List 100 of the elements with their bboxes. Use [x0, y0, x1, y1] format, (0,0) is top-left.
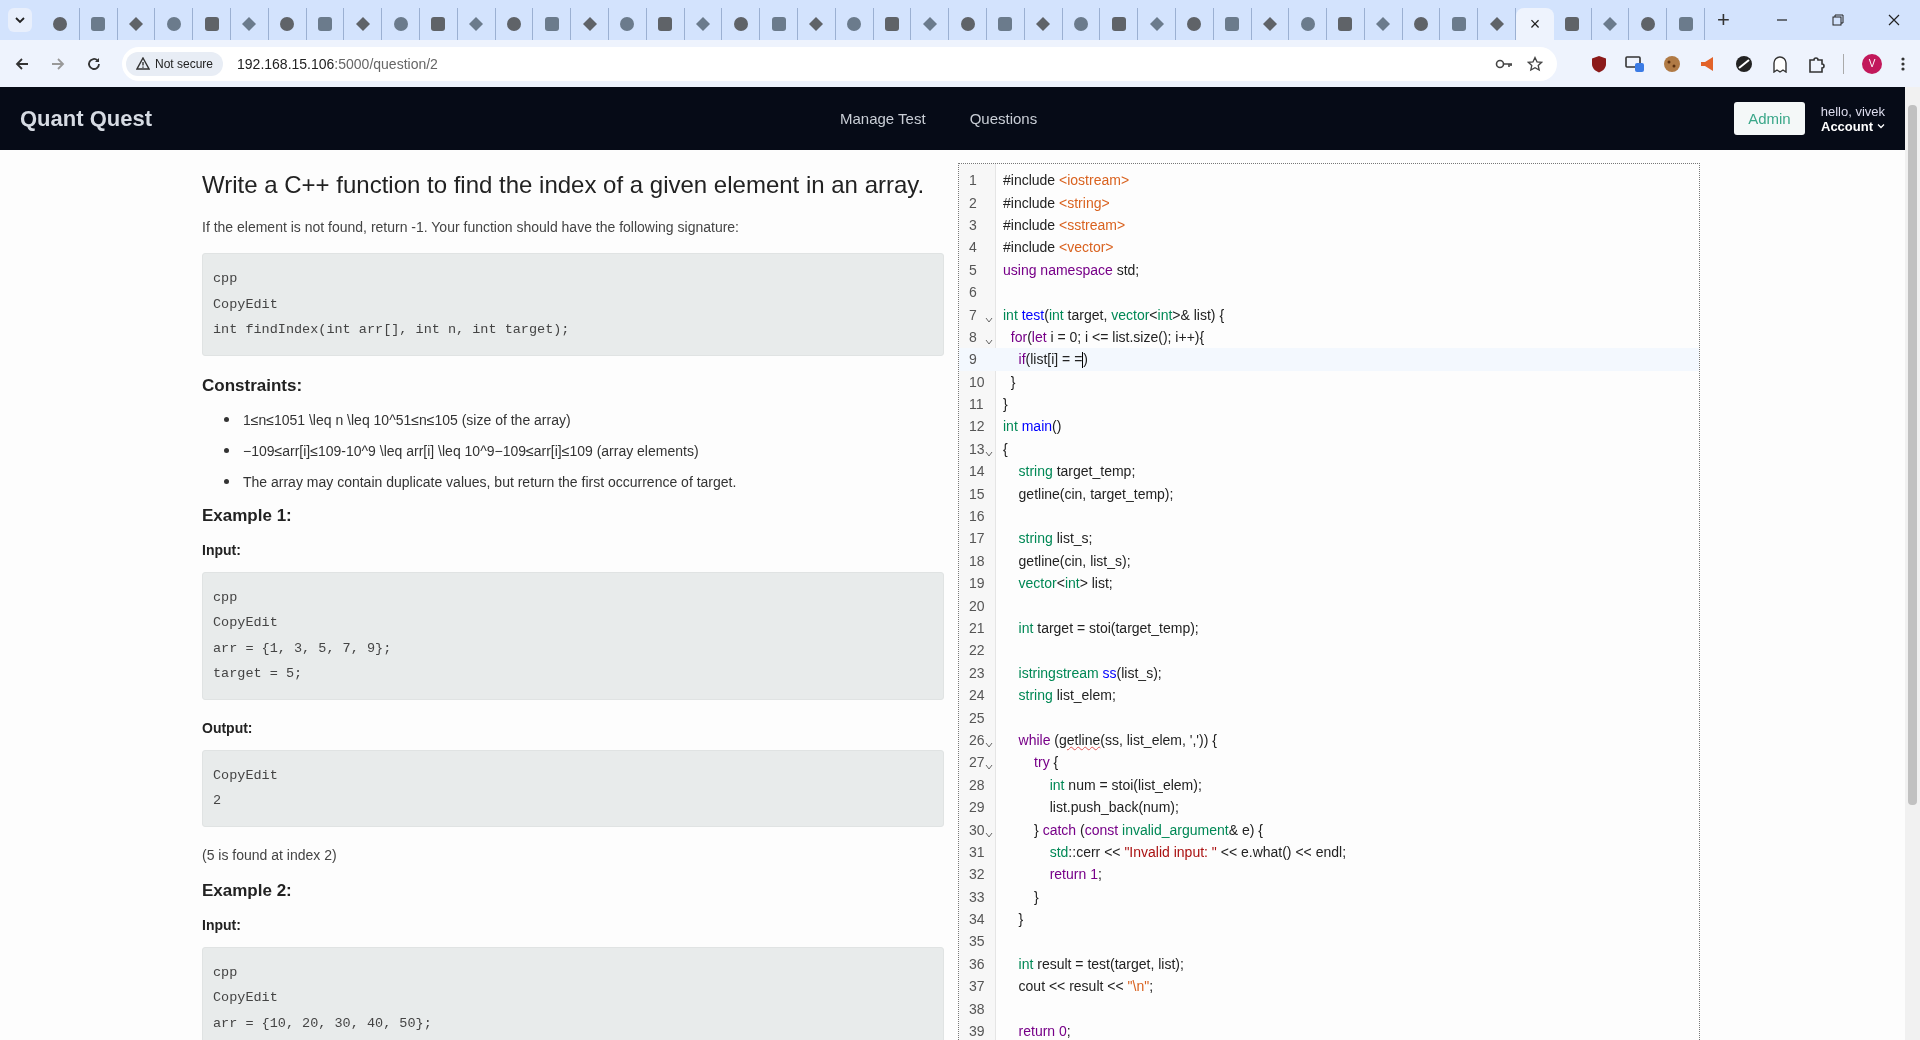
- list-item: −109≤arr[i]≤109-10^9 \leq arr[i] \leq 10^9−109≤arr[i]≤109 (array elements): [243, 442, 699, 459]
- line-number: 32: [969, 866, 985, 883]
- favicon-icon: [316, 16, 333, 32]
- field-label: Input:: [202, 541, 242, 558]
- back-icon[interactable]: [14, 55, 30, 72]
- puzzle-icon[interactable]: [1807, 54, 1825, 73]
- fold-icon[interactable]: [985, 338, 993, 345]
- section-heading: Example 2:: [202, 880, 293, 901]
- brand-logo[interactable]: Quant Quest: [20, 105, 840, 132]
- favicon-icon: [505, 16, 522, 32]
- fold-icon[interactable]: [985, 764, 993, 771]
- field-label: Output:: [202, 719, 254, 736]
- code-line: return 1;: [1048, 866, 1102, 883]
- account-dropdown[interactable]: Account: [1821, 118, 1885, 134]
- code-block: cpp CopyEdit int findIndex(int arr[], int n, int target);: [202, 253, 944, 356]
- favicon-icon: [241, 16, 258, 32]
- nav-link[interactable]: Manage Test: [840, 110, 926, 127]
- code-line: int main(): [1002, 418, 1062, 435]
- favicon-icon: [203, 16, 220, 32]
- question-title: Write a C++ function to find the index of a given element in an array.: [202, 171, 926, 199]
- favicon-icon: [657, 16, 674, 32]
- code-line: }: [1002, 396, 1008, 413]
- favicon-icon: [1035, 16, 1052, 32]
- code-line: }: [1009, 373, 1016, 390]
- line-number: 22: [969, 642, 985, 659]
- code-line: #include <string>: [1002, 194, 1110, 211]
- code-line: list.push_back(num);: [1048, 799, 1179, 816]
- line-number: 17: [969, 530, 985, 547]
- restore-icon[interactable]: [1832, 14, 1844, 26]
- line-number: 4: [969, 239, 977, 256]
- line-number: 34: [969, 911, 985, 928]
- favicon-icon: [732, 16, 749, 32]
- security-chip[interactable]: Not secure: [126, 51, 224, 76]
- code-line: {: [1002, 440, 1008, 457]
- line-number: 20: [969, 597, 985, 614]
- line-number: 7: [969, 306, 977, 323]
- line-number: 23: [969, 664, 985, 681]
- browser-tab[interactable]: ×: [1516, 8, 1554, 40]
- code-line: #include <sstream>: [1002, 216, 1126, 233]
- favicon-icon: [52, 16, 69, 32]
- paragraph: If the element is not found, return -1. Your function should have the following signature:: [202, 219, 740, 235]
- code-line: try {: [1033, 754, 1059, 771]
- favicon-icon: [1224, 16, 1241, 32]
- line-number: 19: [969, 575, 985, 592]
- fold-icon[interactable]: [985, 450, 993, 457]
- code-line: string list_s;: [1017, 530, 1093, 547]
- line-number: 30: [969, 821, 985, 838]
- line-number: 15: [969, 485, 985, 502]
- field-label: Input:: [202, 916, 242, 933]
- line-number: 25: [969, 709, 985, 726]
- code-block: cpp CopyEdit arr = {1, 3, 5, 7, 9}; target = 5;: [202, 571, 944, 700]
- favicon-icon: [1639, 16, 1656, 32]
- line-number: 18: [969, 552, 985, 569]
- line-number: 36: [969, 955, 985, 972]
- line-number: 9: [969, 351, 977, 368]
- circle-icon[interactable]: [1735, 54, 1753, 73]
- line-number: 13: [969, 440, 985, 457]
- fold-icon[interactable]: [985, 316, 993, 323]
- scrollbar[interactable]: [1905, 87, 1920, 1040]
- favicon-icon: [581, 16, 598, 32]
- tab-search-button[interactable]: [8, 8, 32, 32]
- favicon-icon: [883, 16, 900, 32]
- close-icon[interactable]: [1888, 14, 1900, 26]
- star-icon[interactable]: [1527, 55, 1543, 72]
- menu-icon[interactable]: [1900, 55, 1906, 72]
- line-number: 16: [969, 508, 985, 525]
- profile-avatar[interactable]: V: [1862, 53, 1882, 74]
- code-line: return 0;: [1017, 1023, 1071, 1040]
- line-number: 6: [969, 284, 977, 301]
- greeting-text: hello, vivek: [1820, 103, 1885, 119]
- reload-icon[interactable]: [86, 55, 102, 72]
- favicon-icon: [1375, 16, 1392, 32]
- screen-icon[interactable]: [1625, 54, 1645, 73]
- shield-icon[interactable]: [1591, 54, 1607, 73]
- cookie-icon[interactable]: [1663, 54, 1681, 73]
- line-number: 3: [969, 216, 977, 233]
- favicon-icon: [846, 16, 863, 32]
- favicon-icon: [808, 16, 825, 32]
- favicon-icon: [997, 16, 1014, 32]
- address-bar[interactable]: Not secure 192.168.15.106:5000/question/2: [122, 46, 1557, 81]
- fold-icon[interactable]: [985, 741, 993, 748]
- nav-link[interactable]: Questions: [969, 110, 1038, 127]
- forward-icon[interactable]: [50, 55, 66, 72]
- scrollbar-thumb[interactable]: [1908, 105, 1917, 805]
- favicon-icon: [921, 16, 938, 32]
- chevron-down-icon: [14, 14, 26, 26]
- ghost-icon[interactable]: [1771, 54, 1789, 73]
- caret-icon: [1877, 123, 1885, 129]
- line-number: 38: [969, 1000, 985, 1017]
- favicon-icon: [1677, 16, 1694, 32]
- code-line: #include <iostream>: [1002, 172, 1130, 189]
- bullet-icon: [224, 448, 229, 453]
- code-editor[interactable]: [958, 163, 1700, 1040]
- fold-icon[interactable]: [985, 831, 993, 838]
- bullet-icon: [224, 479, 229, 484]
- favicon-icon: [959, 16, 976, 32]
- new-tab-button[interactable]: +: [1711, 6, 1736, 34]
- line-number: 14: [969, 463, 985, 480]
- code-line: getline(cin, target_temp);: [1017, 485, 1174, 502]
- favicon-icon: [1602, 16, 1619, 32]
